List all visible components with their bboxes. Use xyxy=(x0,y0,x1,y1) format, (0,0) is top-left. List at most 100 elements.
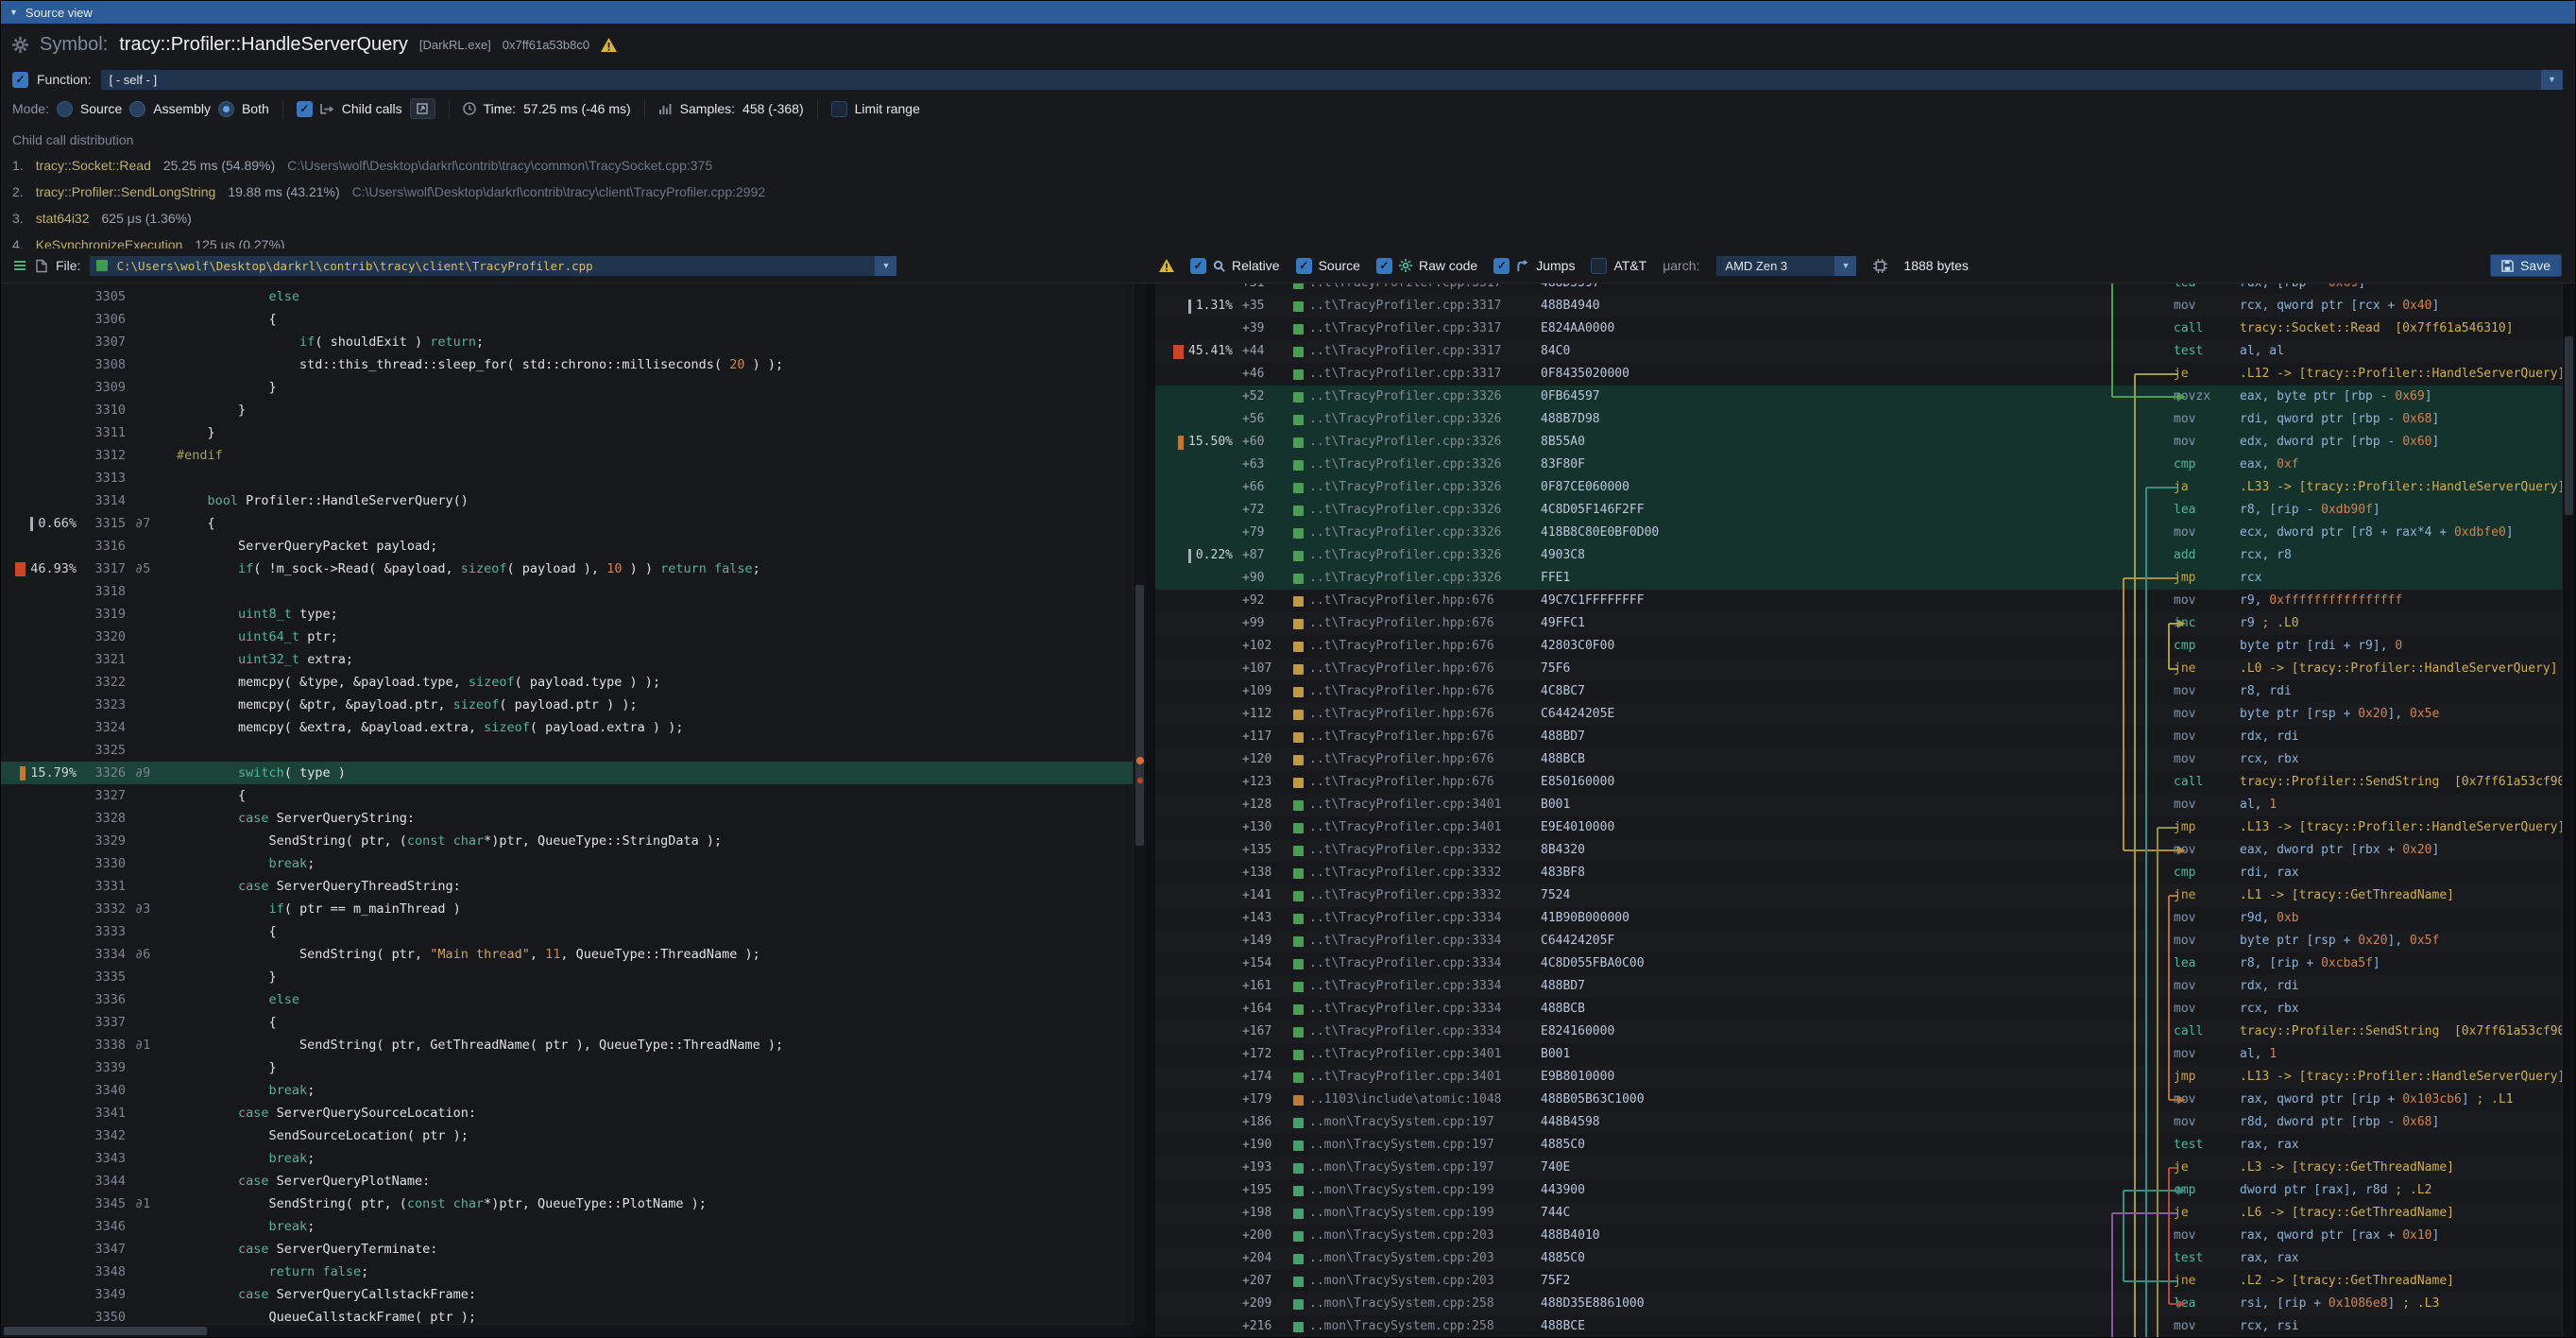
source-line[interactable]: 3349 case ServerQueryCallstackFrame: xyxy=(1,1283,1133,1306)
pane-splitter[interactable] xyxy=(1146,283,1155,1337)
toggle-source[interactable]: ✓ Source xyxy=(1296,258,1360,274)
source-line[interactable]: 3334∂6 SendString( ptr, "Main thread", 1… xyxy=(1,943,1133,966)
asm-row[interactable]: +193..mon\TracySystem.cpp:197740Eje.L3 -… xyxy=(1155,1157,2562,1179)
radio-source[interactable] xyxy=(57,101,73,117)
child-call-entry[interactable]: 3.stat64i32625 μs (1.36%) xyxy=(12,205,2575,232)
asm-row[interactable]: +164..t\TracyProfiler.cpp:3334488BCBmovr… xyxy=(1155,998,2562,1021)
source-horizontal-scrollbar[interactable] xyxy=(1,1324,1133,1337)
limit-range-checkbox[interactable]: ✓ xyxy=(831,101,847,117)
asm-row[interactable]: +186..mon\TracySystem.cpp:197448B4598mov… xyxy=(1155,1111,2562,1134)
scrollbar-thumb[interactable] xyxy=(1135,585,1144,845)
scrollbar-thumb[interactable] xyxy=(4,1327,207,1335)
asm-row[interactable]: +66..t\TracyProfiler.cpp:33260F87CE06000… xyxy=(1155,476,2562,499)
radio-assembly[interactable] xyxy=(129,101,145,117)
asm-row[interactable]: 15.50%+60..t\TracyProfiler.cpp:33268B55A… xyxy=(1155,431,2562,454)
jumps-checkbox[interactable]: ✓ xyxy=(1493,258,1510,274)
asm-row[interactable]: +99..t\TracyProfiler.hpp:67649FFC1incr9 … xyxy=(1155,612,2562,635)
source-line[interactable]: 3335 } xyxy=(1,966,1133,988)
asm-row[interactable]: +167..t\TracyProfiler.cpp:3334E824160000… xyxy=(1155,1021,2562,1043)
child-call-entry[interactable]: 1.tracy::Socket::Read25.25 ms (54.89%)C:… xyxy=(12,152,2575,179)
source-line[interactable]: 3321 uint32_t extra; xyxy=(1,648,1133,671)
asm-row[interactable]: +216..mon\TracySystem.cpp:258488BCEmovrc… xyxy=(1155,1315,2562,1337)
source-line[interactable]: 3322 memcpy( &type, &payload.type, sizeo… xyxy=(1,671,1133,694)
raw-code-checkbox[interactable]: ✓ xyxy=(1376,258,1392,274)
asm-row[interactable]: +102..t\TracyProfiler.hpp:67642803C0F00c… xyxy=(1155,635,2562,658)
chevron-down-icon[interactable]: ▼ xyxy=(875,256,896,276)
source-line[interactable]: 46.93%3317∂5 if( !m_sock->Read( &payload… xyxy=(1,558,1133,580)
child-call-entry[interactable]: 2.tracy::Profiler::SendLongString19.88 m… xyxy=(12,179,2575,205)
save-button[interactable]: Save xyxy=(2490,254,2562,277)
source-line[interactable]: 3344 case ServerQueryPlotName: xyxy=(1,1170,1133,1192)
source-line[interactable]: 3324 memcpy( &extra, &payload.extra, siz… xyxy=(1,716,1133,739)
source-line[interactable]: 3313 xyxy=(1,467,1133,489)
source-line[interactable]: 3330 break; xyxy=(1,852,1133,875)
asm-row[interactable]: +172..t\TracyProfiler.cpp:3401B001moval,… xyxy=(1155,1043,2562,1066)
source-line[interactable]: 3311 } xyxy=(1,421,1133,444)
source-line[interactable]: 3341 case ServerQuerySourceLocation: xyxy=(1,1102,1133,1124)
source-line[interactable]: 3323 memcpy( &ptr, &payload.ptr, sizeof(… xyxy=(1,694,1133,716)
asm-row[interactable]: 0.22%+87..t\TracyProfiler.cpp:33264903C8… xyxy=(1155,544,2562,567)
asm-row[interactable]: +92..t\TracyProfiler.hpp:67649C7C1FFFFFF… xyxy=(1155,590,2562,612)
asm-row[interactable]: +198..mon\TracySystem.cpp:199744Cje.L6 -… xyxy=(1155,1202,2562,1225)
chevron-down-icon[interactable]: ▼ xyxy=(1834,256,1856,276)
source-line[interactable]: 3316 ServerQueryPacket payload; xyxy=(1,535,1133,558)
source-line[interactable]: 3328 case ServerQueryString: xyxy=(1,807,1133,830)
toggle-att[interactable]: ✓ AT&T xyxy=(1591,258,1646,274)
asm-row[interactable]: +90..t\TracyProfiler.cpp:3326FFE1jmprcx xyxy=(1155,567,2562,590)
asm-row[interactable]: +143..t\TracyProfiler.cpp:333441B90B0000… xyxy=(1155,907,2562,930)
child-calls-options-button[interactable] xyxy=(410,98,435,119)
asm-row[interactable]: +138..t\TracyProfiler.cpp:3332483BF8cmpr… xyxy=(1155,862,2562,884)
chevron-down-icon[interactable]: ▼ xyxy=(2541,70,2563,90)
source-line[interactable]: 3331 case ServerQueryThreadString: xyxy=(1,875,1133,898)
source-line[interactable]: 3339 } xyxy=(1,1056,1133,1079)
source-line[interactable]: 3320 uint64_t ptr; xyxy=(1,626,1133,648)
source-line[interactable]: 3346 break; xyxy=(1,1215,1133,1238)
asm-row[interactable]: +56..t\TracyProfiler.cpp:3326488B7D98mov… xyxy=(1155,408,2562,431)
collapse-icon[interactable]: ▼ xyxy=(9,8,18,17)
toggle-raw-code[interactable]: ✓ Raw code xyxy=(1376,258,1477,274)
toggle-jumps[interactable]: ✓ Jumps xyxy=(1493,258,1575,274)
source-line[interactable]: 3318 xyxy=(1,580,1133,603)
source-line[interactable]: 3350 QueueCallstackFrame( ptr ); xyxy=(1,1306,1133,1324)
source-line[interactable]: 3329 SendString( ptr, (const char*)ptr, … xyxy=(1,830,1133,852)
asm-row[interactable]: +207..mon\TracySystem.cpp:20375F2jne.L2 … xyxy=(1155,1270,2562,1293)
asm-row[interactable]: +72..t\TracyProfiler.cpp:33264C8D05F146F… xyxy=(1155,499,2562,522)
asm-row[interactable]: +52..t\TracyProfiler.cpp:33260FB64597mov… xyxy=(1155,386,2562,408)
source-line[interactable]: 3336 else xyxy=(1,988,1133,1011)
selected-line-marker[interactable] xyxy=(1136,757,1144,764)
asm-row[interactable]: +141..t\TracyProfiler.cpp:33327524jne.L1… xyxy=(1155,884,2562,907)
source-line[interactable]: 3319 uint8_t type; xyxy=(1,603,1133,626)
source-checkbox[interactable]: ✓ xyxy=(1296,258,1312,274)
asm-row[interactable]: +31..t\TracyProfiler.cpp:3317488D5597lea… xyxy=(1155,283,2562,295)
asm-row[interactable]: +135..t\TracyProfiler.cpp:33328B4320move… xyxy=(1155,839,2562,862)
source-line[interactable]: 3348 return false; xyxy=(1,1261,1133,1283)
asm-row[interactable]: +161..t\TracyProfiler.cpp:3334488BD7movr… xyxy=(1155,975,2562,998)
function-checkbox[interactable]: ✓ xyxy=(12,72,28,88)
asm-row[interactable]: +117..t\TracyProfiler.hpp:676488BD7movrd… xyxy=(1155,726,2562,748)
asm-row[interactable]: +128..t\TracyProfiler.cpp:3401B001moval,… xyxy=(1155,794,2562,816)
asm-row[interactable]: +130..t\TracyProfiler.cpp:3401E9E4010000… xyxy=(1155,816,2562,839)
source-line[interactable]: 3337 { xyxy=(1,1011,1133,1034)
source-line[interactable]: 3342 SendSourceLocation( ptr ); xyxy=(1,1124,1133,1147)
scrollbar-thumb[interactable] xyxy=(2565,336,2573,516)
source-line[interactable]: 3338∂1 SendString( ptr, GetThreadName( p… xyxy=(1,1034,1133,1056)
asm-row[interactable]: +204..mon\TracySystem.cpp:2034885C0testr… xyxy=(1155,1247,2562,1270)
att-checkbox[interactable]: ✓ xyxy=(1591,258,1607,274)
source-line[interactable]: 3314 bool Profiler::HandleServerQuery() xyxy=(1,489,1133,512)
asm-row[interactable]: +39..t\TracyProfiler.cpp:3317E824AA0000c… xyxy=(1155,317,2562,340)
asm-row[interactable]: +46..t\TracyProfiler.cpp:33170F843502000… xyxy=(1155,363,2562,386)
toggle-relative[interactable]: ✓ Relative xyxy=(1190,258,1280,274)
asm-row[interactable]: 45.41%+44..t\TracyProfiler.cpp:331784C0t… xyxy=(1155,340,2562,363)
radio-both[interactable] xyxy=(218,101,234,117)
source-line[interactable]: 3327 { xyxy=(1,784,1133,807)
asm-row[interactable]: +200..mon\TracySystem.cpp:203488B4010mov… xyxy=(1155,1225,2562,1247)
source-line[interactable]: 15.79%3326∂9 switch( type ) xyxy=(1,762,1133,784)
source-line[interactable]: 3345∂1 SendString( ptr, (const char*)ptr… xyxy=(1,1192,1133,1215)
asm-row[interactable]: +209..mon\TracySystem.cpp:258488D35E8861… xyxy=(1155,1293,2562,1315)
asm-row[interactable]: +154..t\TracyProfiler.cpp:33344C8D055FBA… xyxy=(1155,952,2562,975)
source-line[interactable]: 3347 case ServerQueryTerminate: xyxy=(1,1238,1133,1261)
source-line[interactable]: 3332∂3 if( ptr == m_mainThread ) xyxy=(1,898,1133,920)
asm-row[interactable]: +174..t\TracyProfiler.cpp:3401E9B8010000… xyxy=(1155,1066,2562,1089)
child-calls-checkbox[interactable]: ✓ xyxy=(297,101,313,117)
source-line[interactable]: 3325 xyxy=(1,739,1133,762)
